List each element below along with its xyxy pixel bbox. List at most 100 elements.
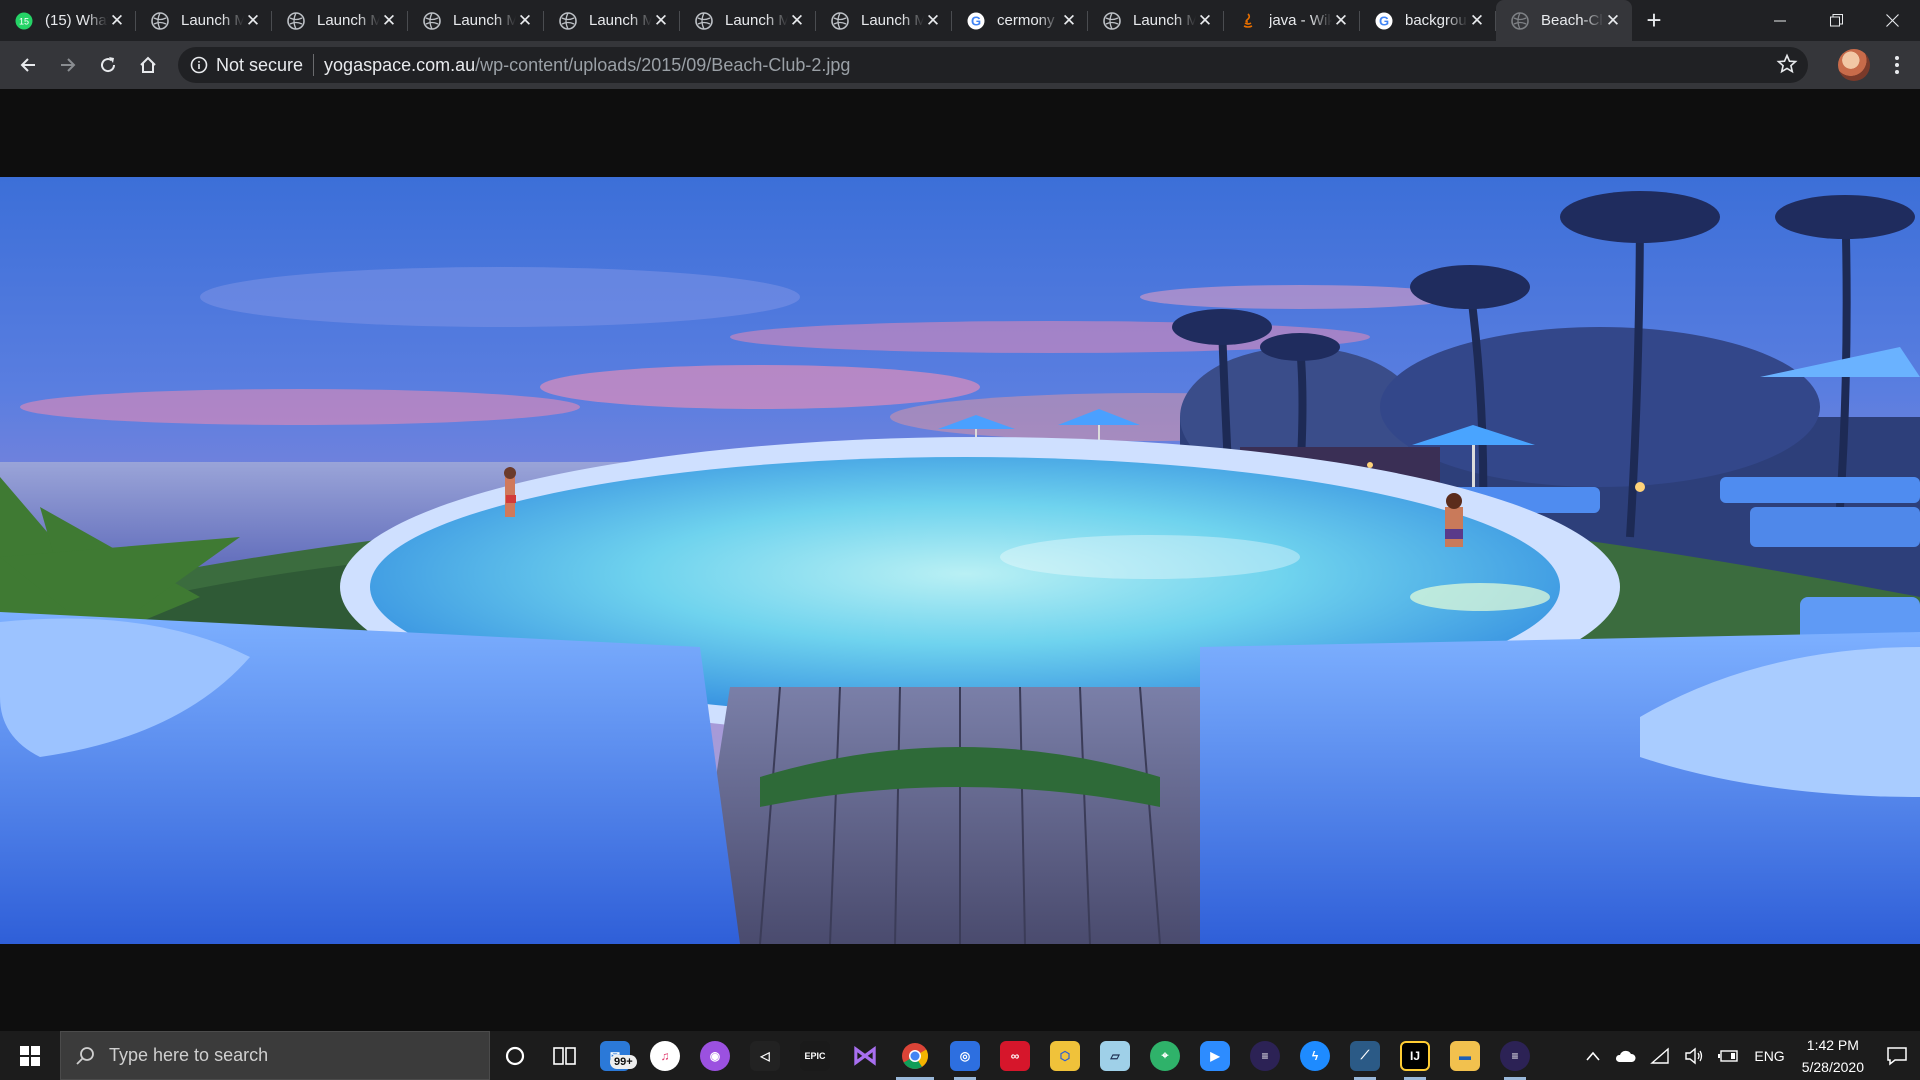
unity-app[interactable]: ◁ bbox=[740, 1031, 790, 1080]
close-icon[interactable]: ✕ bbox=[1468, 11, 1486, 30]
mail-badge: 99+ bbox=[610, 1055, 637, 1069]
tab-google-search[interactable]: G cermony ✕ bbox=[952, 0, 1088, 41]
globe-icon bbox=[287, 11, 305, 30]
close-icon[interactable]: ✕ bbox=[788, 11, 806, 30]
google-icon: G bbox=[967, 12, 985, 30]
epic-games-app[interactable]: EPIC bbox=[790, 1031, 840, 1080]
taskbar-search-box[interactable]: Type here to search bbox=[60, 1031, 490, 1080]
itunes-app[interactable]: ♫ bbox=[640, 1031, 690, 1080]
task-view-button[interactable] bbox=[540, 1031, 590, 1080]
instagram-icon: ◎ bbox=[950, 1040, 980, 1071]
instagram-app[interactable]: ◎ bbox=[940, 1031, 990, 1080]
more-vert-icon bbox=[1895, 56, 1899, 74]
start-button[interactable] bbox=[0, 1031, 60, 1080]
3d-builder-app[interactable]: ⬡ bbox=[1040, 1031, 1090, 1080]
close-window-button[interactable] bbox=[1864, 0, 1920, 41]
tab-launch-meeting[interactable]: Launch Meeting ✕ bbox=[816, 0, 952, 41]
svg-text:G: G bbox=[971, 13, 981, 28]
tab-launch-meeting[interactable]: Launch Meeting ✕ bbox=[1088, 0, 1224, 41]
action-center-button[interactable] bbox=[1874, 1031, 1920, 1080]
chevron-up-icon bbox=[1586, 1051, 1600, 1061]
file-explorer-app[interactable]: ▬ bbox=[1440, 1031, 1490, 1080]
mail-app[interactable]: ✉ 99+ bbox=[590, 1031, 640, 1080]
show-hidden-icons-button[interactable] bbox=[1579, 1031, 1607, 1080]
tab-launch-meeting[interactable]: Launch Meeting ✕ bbox=[136, 0, 272, 41]
clock-time: 1:42 PM bbox=[1806, 1036, 1859, 1053]
clock[interactable]: 1:42 PM 5/28/2020 bbox=[1792, 1034, 1874, 1078]
bookmark-star-icon[interactable] bbox=[1776, 53, 1798, 80]
volume-button[interactable] bbox=[1677, 1031, 1711, 1080]
notepad-icon: ▱ bbox=[1100, 1040, 1130, 1071]
tab-launch-meeting[interactable]: Launch Meeting ✕ bbox=[680, 0, 816, 41]
zoom-app[interactable]: ▶ bbox=[1190, 1031, 1240, 1080]
tab-whatsapp[interactable]: 15 (15) WhatsApp ✕ bbox=[0, 0, 136, 41]
visual-studio-icon: ⋈ bbox=[852, 1040, 878, 1070]
itunes-icon: ♫ bbox=[650, 1040, 680, 1071]
notepad-app[interactable]: ▱ bbox=[1090, 1031, 1140, 1080]
window-controls bbox=[1752, 0, 1920, 41]
messenger-app[interactable]: ϟ bbox=[1290, 1031, 1340, 1080]
globe-icon bbox=[423, 11, 441, 30]
arduino-app[interactable]: ∞ bbox=[990, 1031, 1040, 1080]
cortana-button[interactable] bbox=[490, 1031, 540, 1080]
tab-launch-meeting[interactable]: Launch Meeting ✕ bbox=[272, 0, 408, 41]
close-icon[interactable]: ✕ bbox=[924, 11, 942, 30]
address-bar[interactable]: Not secure yogaspace.com.au/wp-content/u… bbox=[178, 47, 1808, 83]
clock-date: 5/28/2020 bbox=[1801, 1058, 1864, 1075]
globe-icon bbox=[151, 11, 169, 30]
globe-icon bbox=[559, 11, 577, 30]
maps-app[interactable]: ⌖ bbox=[1140, 1031, 1190, 1080]
tab-java[interactable]: java - Wikipedia ✕ bbox=[1224, 0, 1360, 41]
cloud-icon bbox=[1616, 1050, 1636, 1062]
network-button[interactable] bbox=[1643, 1031, 1677, 1080]
close-icon[interactable]: ✕ bbox=[1604, 11, 1622, 30]
new-tab-button[interactable]: + bbox=[1632, 0, 1676, 41]
svg-text:15: 15 bbox=[19, 16, 29, 26]
tab-launch-meeting[interactable]: Launch Meeting ✕ bbox=[408, 0, 544, 41]
eclipse-icon: ≡ bbox=[1250, 1040, 1280, 1071]
close-icon[interactable]: ✕ bbox=[1060, 11, 1078, 30]
page-viewport bbox=[0, 89, 1920, 1031]
eclipse-app-2[interactable]: ≡ bbox=[1490, 1031, 1540, 1080]
globe-icon bbox=[1103, 11, 1121, 30]
minimize-button[interactable] bbox=[1752, 0, 1808, 41]
sql-app[interactable]: ⟋ bbox=[1340, 1031, 1390, 1080]
tab-google-search[interactable]: G background ✕ bbox=[1360, 0, 1496, 41]
tab-title: Launch Meeting bbox=[1133, 12, 1196, 29]
site-info-button[interactable]: Not secure bbox=[190, 55, 303, 76]
tab-launch-meeting[interactable]: Launch Meeting ✕ bbox=[544, 0, 680, 41]
tab-title: Launch Meeting bbox=[589, 12, 652, 29]
messenger-icon: ϟ bbox=[1300, 1040, 1330, 1071]
language-indicator[interactable]: ENG bbox=[1747, 1031, 1791, 1080]
close-icon[interactable]: ✕ bbox=[380, 11, 398, 30]
onedrive-button[interactable] bbox=[1607, 1031, 1643, 1080]
visual-studio-app[interactable]: ⋈ bbox=[840, 1031, 890, 1080]
forward-button[interactable] bbox=[48, 45, 88, 85]
eclipse-app[interactable]: ≡ bbox=[1240, 1031, 1290, 1080]
whatsapp-icon: 15 bbox=[15, 12, 33, 30]
home-button[interactable] bbox=[128, 45, 168, 85]
browser-menu-button[interactable] bbox=[1882, 49, 1912, 81]
close-icon[interactable]: ✕ bbox=[1196, 11, 1214, 30]
close-icon[interactable]: ✕ bbox=[244, 11, 262, 30]
url-host: yogaspace.com.au bbox=[324, 54, 476, 75]
beach-club-photo[interactable] bbox=[0, 177, 1920, 944]
close-icon[interactable]: ✕ bbox=[516, 11, 534, 30]
chrome-app[interactable] bbox=[890, 1031, 940, 1080]
battery-button[interactable] bbox=[1711, 1031, 1747, 1080]
task-view-icon bbox=[553, 1046, 576, 1065]
profile-avatar[interactable] bbox=[1838, 49, 1870, 81]
globe-icon bbox=[1511, 11, 1529, 30]
tab-title: (15) WhatsApp bbox=[45, 12, 108, 29]
podcast-app[interactable]: ◉ bbox=[690, 1031, 740, 1080]
restore-button[interactable] bbox=[1808, 0, 1864, 41]
tab-beach-club-image[interactable]: Beach-Club-2.jpg ✕ bbox=[1496, 0, 1632, 41]
intellij-app[interactable]: IJ bbox=[1390, 1031, 1440, 1080]
close-icon[interactable]: ✕ bbox=[1332, 11, 1350, 30]
info-icon bbox=[190, 56, 208, 74]
close-icon[interactable]: ✕ bbox=[108, 11, 126, 30]
back-button[interactable] bbox=[8, 45, 48, 85]
zoom-icon: ▶ bbox=[1200, 1040, 1230, 1071]
close-icon[interactable]: ✕ bbox=[652, 11, 670, 30]
reload-button[interactable] bbox=[88, 45, 128, 85]
